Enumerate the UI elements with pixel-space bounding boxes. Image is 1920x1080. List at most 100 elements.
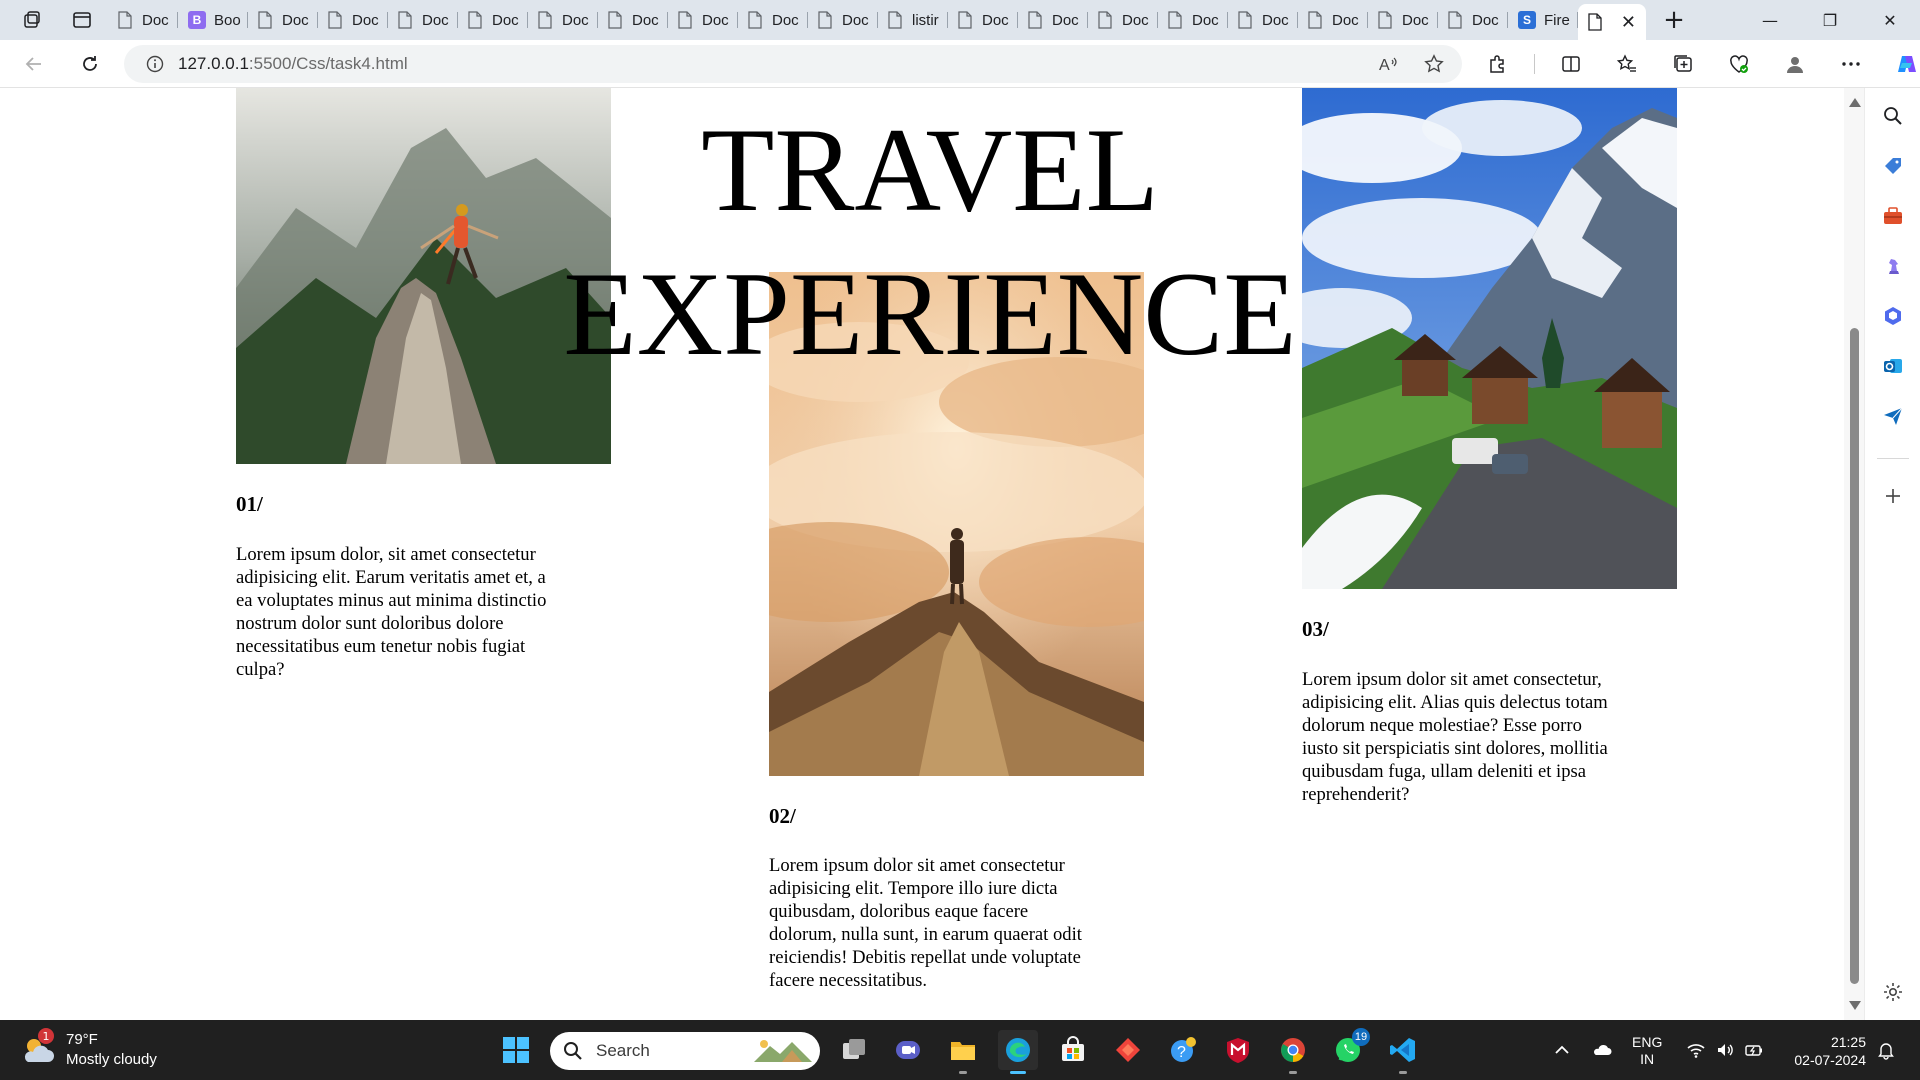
microsoft-store-button[interactable] [1053,1030,1093,1070]
browser-tab[interactable]: Doc [1088,4,1158,36]
meet-app-button[interactable] [888,1030,928,1070]
weather-widget[interactable]: 1 79°F Mostly cloudy [20,1028,157,1070]
site-favicon-icon: S [1518,11,1536,29]
sidebar-settings-button[interactable] [1881,980,1905,1004]
wifi-icon[interactable] [1686,1040,1706,1060]
folder-icon [951,1042,975,1060]
new-tab-button[interactable]: + [1656,4,1692,36]
vscode-button[interactable] [1383,1030,1423,1074]
toolbar-actions [1478,48,1920,80]
mcafee-button[interactable] [1218,1030,1258,1070]
onedrive-cloud-icon[interactable] [1592,1040,1612,1060]
browser-tab[interactable]: Doc [388,4,458,36]
whatsapp-button[interactable]: 19 [1328,1028,1370,1070]
browser-tab[interactable]: Doc [948,4,1018,36]
chrome-button[interactable] [1273,1030,1313,1074]
settings-more-button[interactable] [1831,48,1871,80]
card-2-text: Lorem ipsum dolor sit amet consectetur a… [769,855,1082,991]
browser-tab[interactable]: Doc [598,4,668,36]
sidebar-divider [1877,458,1909,459]
browser-tab[interactable]: listir [878,4,948,36]
url-text: 127.0.0.1:5500/Css/task4.html [178,54,408,74]
sidebar-outlook-button[interactable] [1881,354,1905,378]
address-bar[interactable]: 127.0.0.1:5500/Css/task4.html A [124,45,1462,83]
page-icon [1448,11,1462,29]
browser-tab[interactable]: Doc [1228,4,1298,36]
language-indicator[interactable]: ENG IN [1632,1034,1662,1068]
edge-taskbar-button[interactable] [998,1030,1038,1074]
clock[interactable]: 21:25 02-07-2024 [1786,1033,1866,1069]
copilot-button[interactable] [1887,48,1920,80]
diamond-app-icon [1116,1038,1140,1062]
chevron-up-icon[interactable] [1552,1040,1572,1060]
speaker-icon[interactable] [1715,1040,1735,1060]
page-icon [888,11,902,29]
site-info-icon[interactable] [146,55,164,73]
browser-tab[interactable]: B Boo [178,4,248,36]
browser-tab[interactable]: Doc [738,4,808,36]
browser-tab[interactable]: Doc [458,4,528,36]
close-window-button[interactable]: ✕ [1860,0,1920,40]
title-line-2: EXPERIENCE [563,247,1297,380]
scroll-up-arrow-icon[interactable] [1849,98,1861,107]
refresh-button[interactable] [72,48,108,80]
minimize-button[interactable]: — [1740,0,1800,40]
browser-tab[interactable]: Doc [108,4,178,36]
page-viewport: TRAVEL EXPERIENCE 01/ Lorem ipsum dolor,… [0,88,1844,1020]
browser-tab[interactable]: Doc [1438,4,1508,36]
browser-tab[interactable]: Doc [1298,4,1368,36]
sidebar-games-button[interactable] [1881,254,1905,278]
extensions-button[interactable] [1478,48,1518,80]
tab-actions-button[interactable] [64,4,100,36]
browser-tab[interactable]: Doc [1018,4,1088,36]
chrome-icon [1281,1038,1305,1062]
browser-essentials-button[interactable] [1719,48,1759,80]
page-icon [818,11,832,29]
maximize-button[interactable]: ❐ [1800,0,1860,40]
battery-charging-icon[interactable] [1744,1040,1764,1060]
tab-active[interactable]: ✕ [1578,4,1646,40]
back-button[interactable] [16,48,52,80]
browser-tab[interactable]: Doc [808,4,878,36]
tab-close-button[interactable]: ✕ [1621,12,1636,33]
browser-tab[interactable]: Doc [318,4,388,36]
browser-tab[interactable]: Doc [248,4,318,36]
page-icon [1308,11,1322,29]
shopping-tag-icon [1885,158,1901,174]
favorite-star-button[interactable] [1424,54,1444,74]
browser-tab[interactable]: Doc [668,4,738,36]
sidebar-send-button[interactable] [1881,404,1905,428]
sidebar-copilot-apps-button[interactable] [1881,304,1905,328]
split-screen-button[interactable] [1551,48,1591,80]
active-indicator [1010,1071,1026,1074]
get-help-button[interactable]: ? [1163,1030,1203,1070]
collections-button[interactable] [1663,48,1703,80]
card-1-text: Lorem ipsum dolor, sit amet consectetur … [236,544,547,680]
file-explorer-button[interactable] [943,1030,983,1074]
sidebar-tools-button[interactable] [1881,204,1905,228]
sidebar-shopping-button[interactable] [1881,154,1905,178]
sidebar-add-button[interactable] [1881,484,1905,508]
browser-tab-label: Doc [1472,11,1499,29]
search-icon [564,1042,582,1060]
task-view-button[interactable] [834,1030,874,1070]
favorites-button[interactable] [1607,48,1647,80]
workspaces-button[interactable] [14,4,50,36]
browser-tab[interactable]: Doc [1158,4,1228,36]
taskbar-search[interactable]: Search [550,1032,820,1070]
running-indicator [1289,1071,1297,1074]
notification-bell-icon[interactable] [1876,1040,1896,1060]
browser-tab-label: Doc [1122,11,1149,29]
profile-button[interactable] [1775,48,1815,80]
page-scrollbar[interactable] [1844,88,1864,1020]
start-button[interactable] [496,1030,536,1070]
anydesk-button[interactable] [1108,1030,1148,1070]
scroll-down-arrow-icon[interactable] [1849,1001,1861,1010]
sidebar-search-button[interactable] [1881,104,1905,128]
browser-tab[interactable]: Doc [1368,4,1438,36]
read-aloud-button[interactable]: A [1378,54,1398,74]
browser-tab[interactable]: S Fire [1508,4,1578,36]
read-aloud-letter: A [1379,57,1390,74]
scroll-thumb[interactable] [1850,328,1859,984]
browser-tab[interactable]: Doc [528,4,598,36]
